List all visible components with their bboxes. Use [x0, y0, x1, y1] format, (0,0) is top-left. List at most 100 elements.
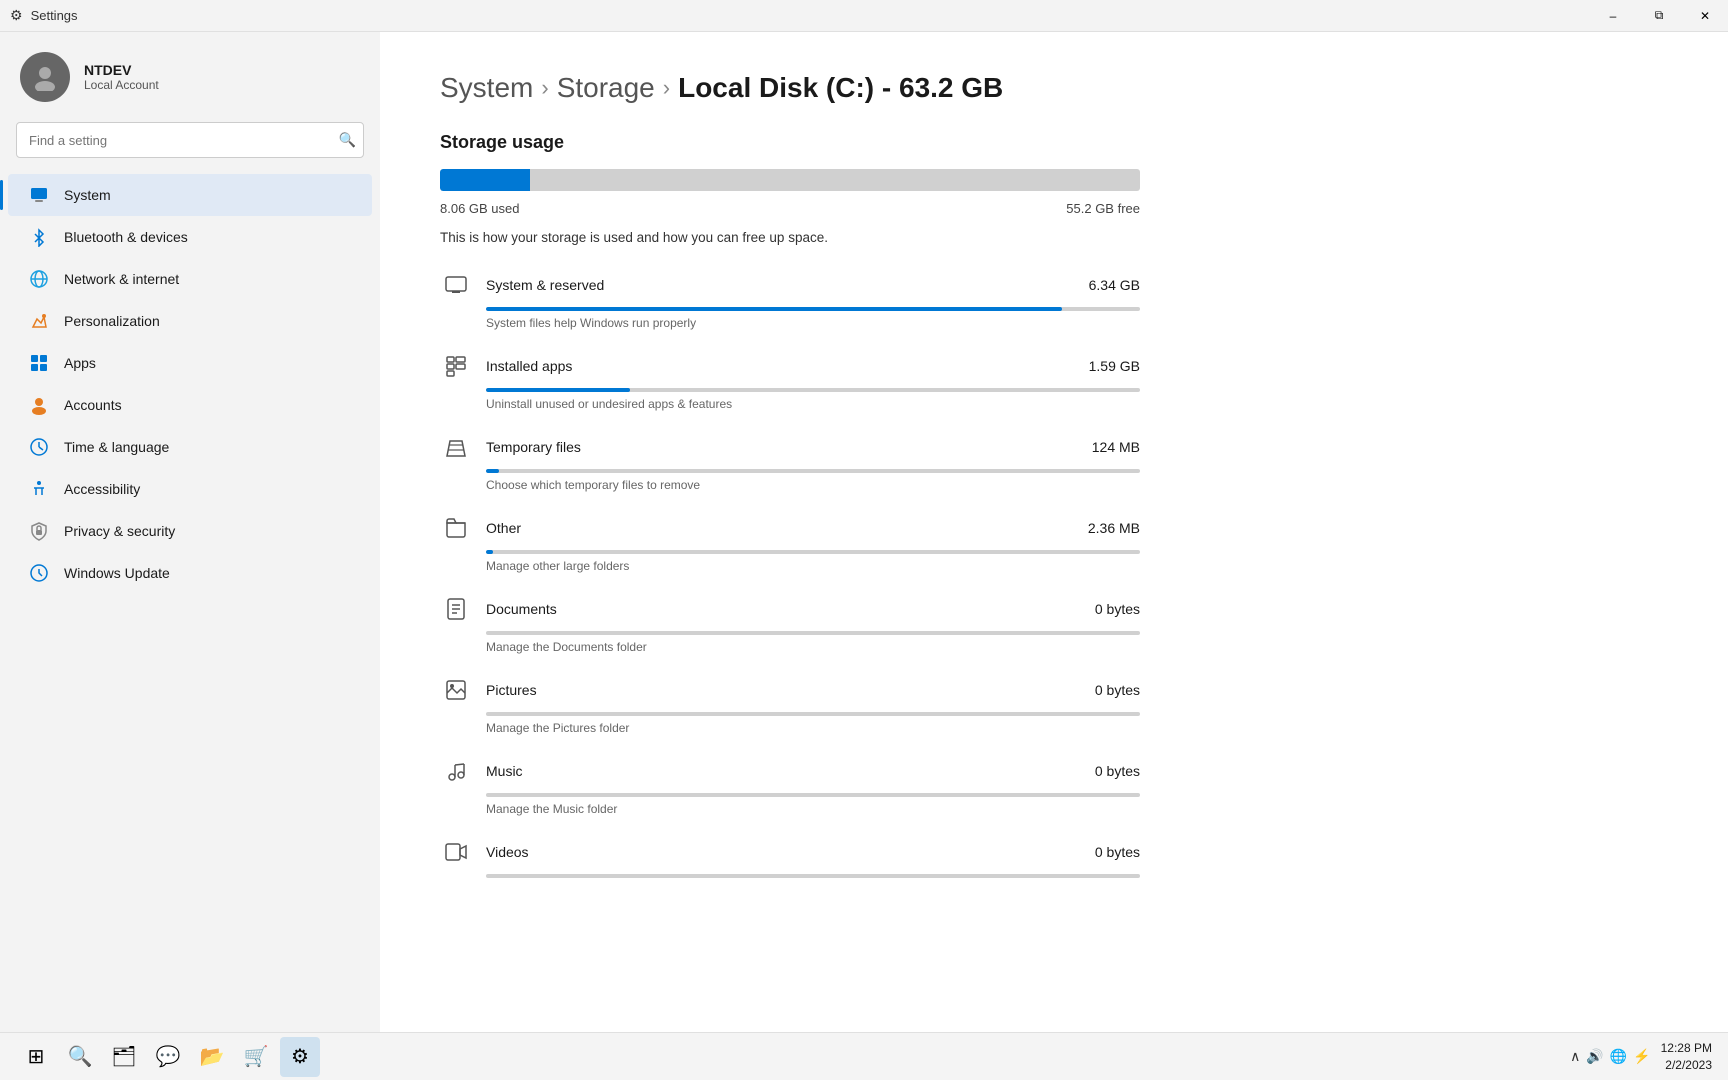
storage-item-info-other: Other 2.36 MB [486, 520, 1140, 536]
storage-item-icon-music [440, 755, 472, 787]
storage-item-desc-temp: Choose which temporary files to remove [486, 478, 1140, 492]
storage-item-bar-fill-other [486, 550, 493, 554]
sidebar-item-accessibility[interactable]: Accessibility [8, 468, 372, 510]
sidebar-profile[interactable]: NTDEV Local Account [0, 52, 380, 122]
sidebar-item-label-update: Windows Update [64, 565, 170, 581]
storage-item-info-videos: Videos 0 bytes [486, 844, 1140, 860]
settings-taskbar-button[interactable]: ⚙ [280, 1037, 320, 1077]
maximize-button[interactable]: ⧉ [1636, 0, 1682, 32]
sidebar-item-privacy[interactable]: Privacy & security [8, 510, 372, 552]
storage-item-header-documents: Documents 0 bytes [440, 593, 1140, 625]
chat-button[interactable]: 💬 [148, 1037, 188, 1077]
search-taskbar-button[interactable]: 🔍 [60, 1037, 100, 1077]
apps-icon [28, 352, 50, 374]
storage-item-info-documents: Documents 0 bytes [486, 601, 1140, 617]
storage-item-size-installed: 1.59 GB [1089, 358, 1140, 374]
personalization-icon [28, 310, 50, 332]
search-input[interactable] [16, 122, 364, 158]
close-button[interactable]: ✕ [1682, 0, 1728, 32]
storage-bar-used [440, 169, 530, 191]
storage-item-icon-installed [440, 350, 472, 382]
sidebar-item-label-accounts: Accounts [64, 397, 122, 413]
storage-item-bar-documents [486, 631, 1140, 635]
sidebar-item-system[interactable]: System [8, 174, 372, 216]
storage-item-bar-fill-installed [486, 388, 630, 392]
storage-item-header-installed: Installed apps 1.59 GB [440, 350, 1140, 382]
sidebar-item-network[interactable]: Network & internet [8, 258, 372, 300]
storage-item-bar-videos [486, 874, 1140, 878]
storage-item-header-system: System & reserved 6.34 GB [440, 269, 1140, 301]
tray-network[interactable]: 🌐 [1610, 1048, 1627, 1065]
sidebar-item-apps[interactable]: Apps [8, 342, 372, 384]
storage-description: This is how your storage is used and how… [440, 230, 1668, 245]
storage-item-installed[interactable]: Installed apps 1.59 GB Uninstall unused … [440, 350, 1140, 411]
storage-item-desc-other: Manage other large folders [486, 559, 1140, 573]
account-type: Local Account [84, 78, 159, 92]
storage-item-music[interactable]: Music 0 bytes Manage the Music folder [440, 755, 1140, 816]
tray-arrow[interactable]: ∧ [1570, 1048, 1580, 1065]
start-button[interactable]: ⊞ [16, 1037, 56, 1077]
storage-item-header-temp: Temporary files 124 MB [440, 431, 1140, 463]
storage-item-size-system: 6.34 GB [1089, 277, 1140, 293]
sidebar-item-bluetooth[interactable]: Bluetooth & devices [8, 216, 372, 258]
storage-item-size-documents: 0 bytes [1095, 601, 1140, 617]
sidebar-item-label-personalization: Personalization [64, 313, 160, 329]
storage-item-icon-documents [440, 593, 472, 625]
accounts-icon [28, 394, 50, 416]
storage-item-info-temp: Temporary files 124 MB [486, 439, 1140, 455]
storage-item-size-other: 2.36 MB [1088, 520, 1140, 536]
sidebar-item-label-bluetooth: Bluetooth & devices [64, 229, 188, 245]
titlebar: ⚙ Settings – ⧉ ✕ [0, 0, 1728, 32]
network-icon [28, 268, 50, 290]
storage-item-pictures[interactable]: Pictures 0 bytes Manage the Pictures fol… [440, 674, 1140, 735]
tray-battery[interactable]: ⚡ [1633, 1048, 1650, 1065]
main-content: System › Storage › Local Disk (C:) - 63.… [380, 32, 1728, 1032]
sidebar-item-label-network: Network & internet [64, 271, 179, 287]
storage-item-info-system: System & reserved 6.34 GB [486, 277, 1140, 293]
breadcrumb-sep-2: › [663, 75, 670, 101]
storage-item-header-pictures: Pictures 0 bytes [440, 674, 1140, 706]
storage-item-size-pictures: 0 bytes [1095, 682, 1140, 698]
storage-item-name-installed: Installed apps [486, 358, 572, 374]
clock-date: 2/2/2023 [1661, 1057, 1712, 1074]
sidebar-item-time[interactable]: Time & language [8, 426, 372, 468]
minimize-button[interactable]: – [1590, 0, 1636, 32]
profile-info: NTDEV Local Account [84, 62, 159, 92]
store-button[interactable]: 🛒 [236, 1037, 276, 1077]
taskbar-clock[interactable]: 12:28 PM 2/2/2023 [1661, 1040, 1712, 1074]
storage-item-name-videos: Videos [486, 844, 529, 860]
taskview-button[interactable]: 🗂 [104, 1037, 144, 1077]
storage-item-header-videos: Videos 0 bytes [440, 836, 1140, 868]
app-title: Settings [31, 8, 78, 23]
storage-labels: 8.06 GB used 55.2 GB free [440, 201, 1140, 216]
titlebar-left: ⚙ Settings [10, 7, 78, 24]
storage-item-bar-fill-temp [486, 469, 499, 473]
sidebar-item-accounts[interactable]: Accounts [8, 384, 372, 426]
clock-time: 12:28 PM [1661, 1040, 1712, 1057]
taskbar-left: ⊞ 🔍 🗂 💬 📂 🛒 ⚙ [16, 1037, 320, 1077]
storage-item-videos[interactable]: Videos 0 bytes [440, 836, 1140, 883]
explorer-button[interactable]: 📂 [192, 1037, 232, 1077]
sidebar-item-update[interactable]: Windows Update [8, 552, 372, 594]
username: NTDEV [84, 62, 159, 78]
storage-item-documents[interactable]: Documents 0 bytes Manage the Documents f… [440, 593, 1140, 654]
sidebar-item-personalization[interactable]: Personalization [8, 300, 372, 342]
storage-item-desc-pictures: Manage the Pictures folder [486, 721, 1140, 735]
tray-speaker[interactable]: 🔊 [1586, 1048, 1603, 1065]
storage-section-title: Storage usage [440, 132, 1668, 153]
breadcrumb-current: Local Disk (C:) - 63.2 GB [678, 72, 1003, 104]
storage-item-name-temp: Temporary files [486, 439, 581, 455]
storage-item-other[interactable]: Other 2.36 MB Manage other large folders [440, 512, 1140, 573]
system-tray: ∧ 🔊 🌐 ⚡ [1570, 1048, 1651, 1065]
breadcrumb-system[interactable]: System [440, 72, 533, 104]
breadcrumb-storage[interactable]: Storage [557, 72, 655, 104]
storage-free-label: 55.2 GB free [1066, 201, 1140, 216]
privacy-icon [28, 520, 50, 542]
storage-item-name-music: Music [486, 763, 523, 779]
storage-item-system[interactable]: System & reserved 6.34 GB System files h… [440, 269, 1140, 330]
storage-item-temp[interactable]: Temporary files 124 MB Choose which temp… [440, 431, 1140, 492]
storage-item-name-documents: Documents [486, 601, 557, 617]
breadcrumb: System › Storage › Local Disk (C:) - 63.… [440, 72, 1668, 104]
search-icon-button[interactable]: 🔍 [339, 132, 356, 149]
settings-icon: ⚙ [10, 7, 23, 24]
